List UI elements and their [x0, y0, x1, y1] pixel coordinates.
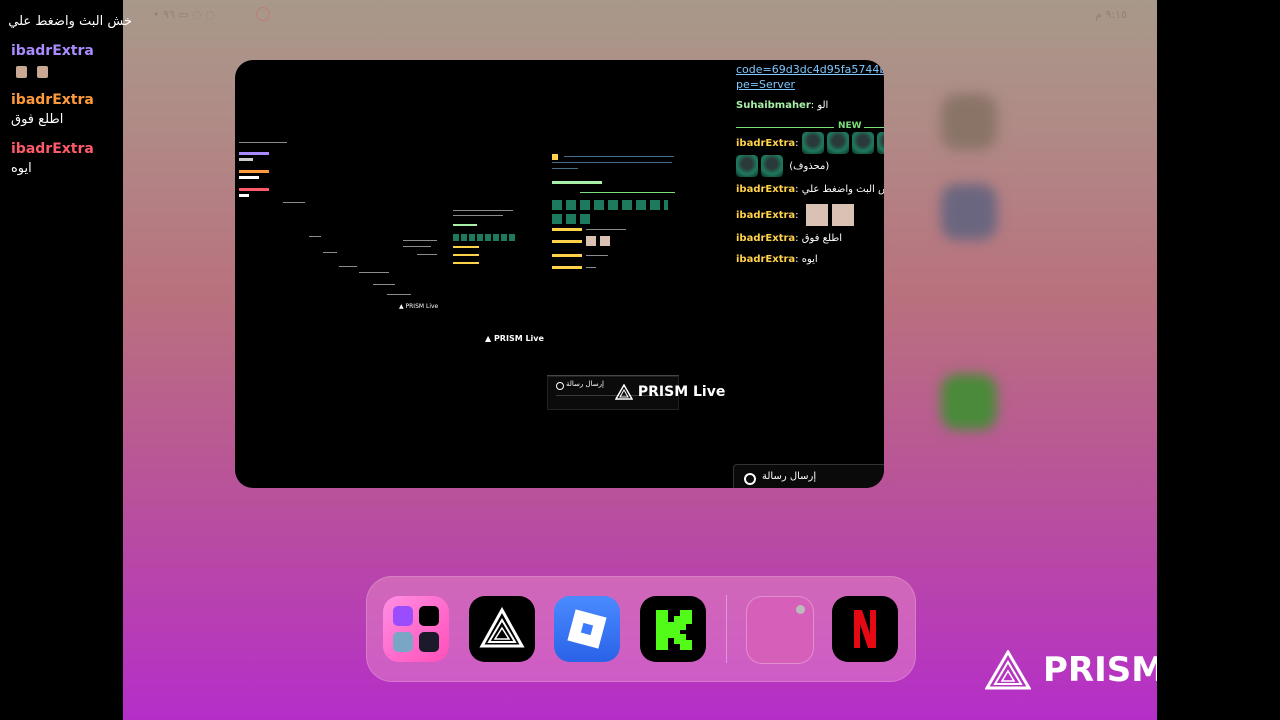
blank-app[interactable] [746, 596, 814, 664]
prism-watermark: PRISM Live [985, 650, 1157, 690]
emote-icon [826, 132, 849, 154]
overlay-chat-text-2: اطلع فوق [11, 112, 64, 127]
app-folder[interactable] [383, 596, 449, 662]
nested-capture-trail [283, 200, 453, 310]
chat-message: ibadrExtra: [736, 204, 854, 226]
overlay-chat: خش البث واضغط علي ibadrExtra ibadrExtra … [0, 0, 132, 200]
chat-message: ibadrExtra: خش البث واضغط علي [736, 184, 884, 195]
emote-icon [851, 132, 874, 154]
emote-icon [801, 132, 824, 154]
prism-watermark-icon [985, 650, 1031, 690]
overlay-chat-text-3: ايوه [11, 161, 32, 176]
send-message-input[interactable]: إرسال رسالة [762, 471, 816, 482]
roblox-icon [567, 609, 607, 649]
nested-prism-small-label: PRISM Live [493, 334, 544, 343]
chat-username: ibadrExtra [736, 254, 796, 265]
chat-username: ibadrExtra [736, 233, 796, 244]
chat-panel: code=69d3dc4d95fa5744b1c1 pe=Server Suha… [736, 60, 884, 488]
netflix-icon [854, 610, 876, 648]
app-window[interactable]: ▲ PRISM Live ▲ PRISM Live إرسال رسالة PR… [235, 60, 884, 488]
chat-message: ibadrExtra: اطلع فوق [736, 233, 842, 244]
emote-icon [736, 155, 758, 177]
overlay-chat-name-3: ibadrExtra [11, 141, 94, 157]
overlay-chat-thumbs [16, 66, 48, 78]
kick-icon [656, 610, 692, 650]
dock [366, 576, 916, 682]
chat-message: ibadrExtra: ايوه [736, 254, 818, 265]
chat-message: ibadrExtra: [736, 132, 884, 154]
folder-mini-icon-1 [393, 606, 413, 626]
nested-capture-small [451, 206, 521, 286]
status-bar: • ٩٦ ▭ ◌ ◌ ٩:١٥ م [123, 6, 1157, 24]
prism-icon [479, 606, 525, 648]
overlay-chat-name-1: ibadrExtra [11, 43, 94, 59]
chat-link-line-1[interactable]: code=69d3dc4d95fa5744b1c1 [736, 63, 884, 76]
nested-prism-medium: PRISM Live [614, 383, 726, 400]
overlay-chat-name-2: ibadrExtra [11, 92, 94, 108]
status-indicators: • ٩٦ ▭ ◌ ◌ [153, 8, 215, 21]
chat-text: ايوه [801, 254, 818, 265]
send-mini-icon [556, 382, 564, 390]
chat-username: ibadrExtra [736, 184, 796, 195]
chat-username: ibadrExtra [736, 210, 796, 221]
dock-separator [726, 595, 727, 663]
new-label: NEW [838, 121, 862, 131]
nested-prism-medium-label: PRISM Live [637, 384, 726, 400]
roblox-app[interactable] [554, 596, 620, 662]
folder-mini-icon-3 [393, 632, 413, 652]
chat-text: اطلع فوق [801, 233, 842, 244]
prism-mini-icon [614, 383, 634, 400]
emote-icon [876, 132, 884, 154]
emote-thumb [37, 66, 48, 78]
status-time: ٩:١٥ م [1095, 8, 1127, 21]
photo-thumb [831, 204, 854, 226]
nested-prism-small: ▲ PRISM Live [485, 334, 544, 343]
nested-prism-tiny: ▲ PRISM Live [399, 303, 439, 310]
recording-dot-icon [256, 7, 270, 21]
blurred-app-1 [941, 94, 997, 150]
kick-app[interactable] [640, 596, 706, 662]
netflix-app[interactable] [832, 596, 898, 662]
emote-icon [761, 155, 783, 177]
nested-capture-medium [550, 148, 680, 278]
blurred-app-2 [941, 184, 997, 240]
emote-thumb [16, 66, 27, 78]
chat-link-line-2[interactable]: pe=Server [736, 78, 795, 91]
chat-text: (محذوف) [789, 161, 830, 172]
shield-icon [744, 473, 756, 485]
chat-username: Suhaibmaher [736, 100, 811, 111]
send-message-box[interactable]: إرسال رسالة [733, 464, 884, 488]
app-badge-icon [796, 605, 805, 614]
prism-live-app[interactable] [469, 596, 535, 662]
chat-message: (محذوف) [736, 155, 829, 177]
folder-mini-icon-2 [419, 606, 439, 626]
prism-watermark-label: PRISM Live [1043, 650, 1157, 690]
chat-username: ibadrExtra [736, 138, 796, 149]
folder-mini-icon-4 [419, 632, 439, 652]
overlay-chat-line: خش البث واضغط علي [8, 14, 132, 29]
nested-send-placeholder: إرسال رسالة [566, 380, 604, 388]
photo-thumb [805, 204, 828, 226]
chat-text: خش البث واضغط علي [801, 184, 884, 195]
chat-message: Suhaibmaher: الو [736, 100, 829, 111]
nested-capture-tiny [239, 138, 299, 208]
blurred-app-3 [941, 374, 997, 430]
chat-text: الو [817, 100, 829, 111]
